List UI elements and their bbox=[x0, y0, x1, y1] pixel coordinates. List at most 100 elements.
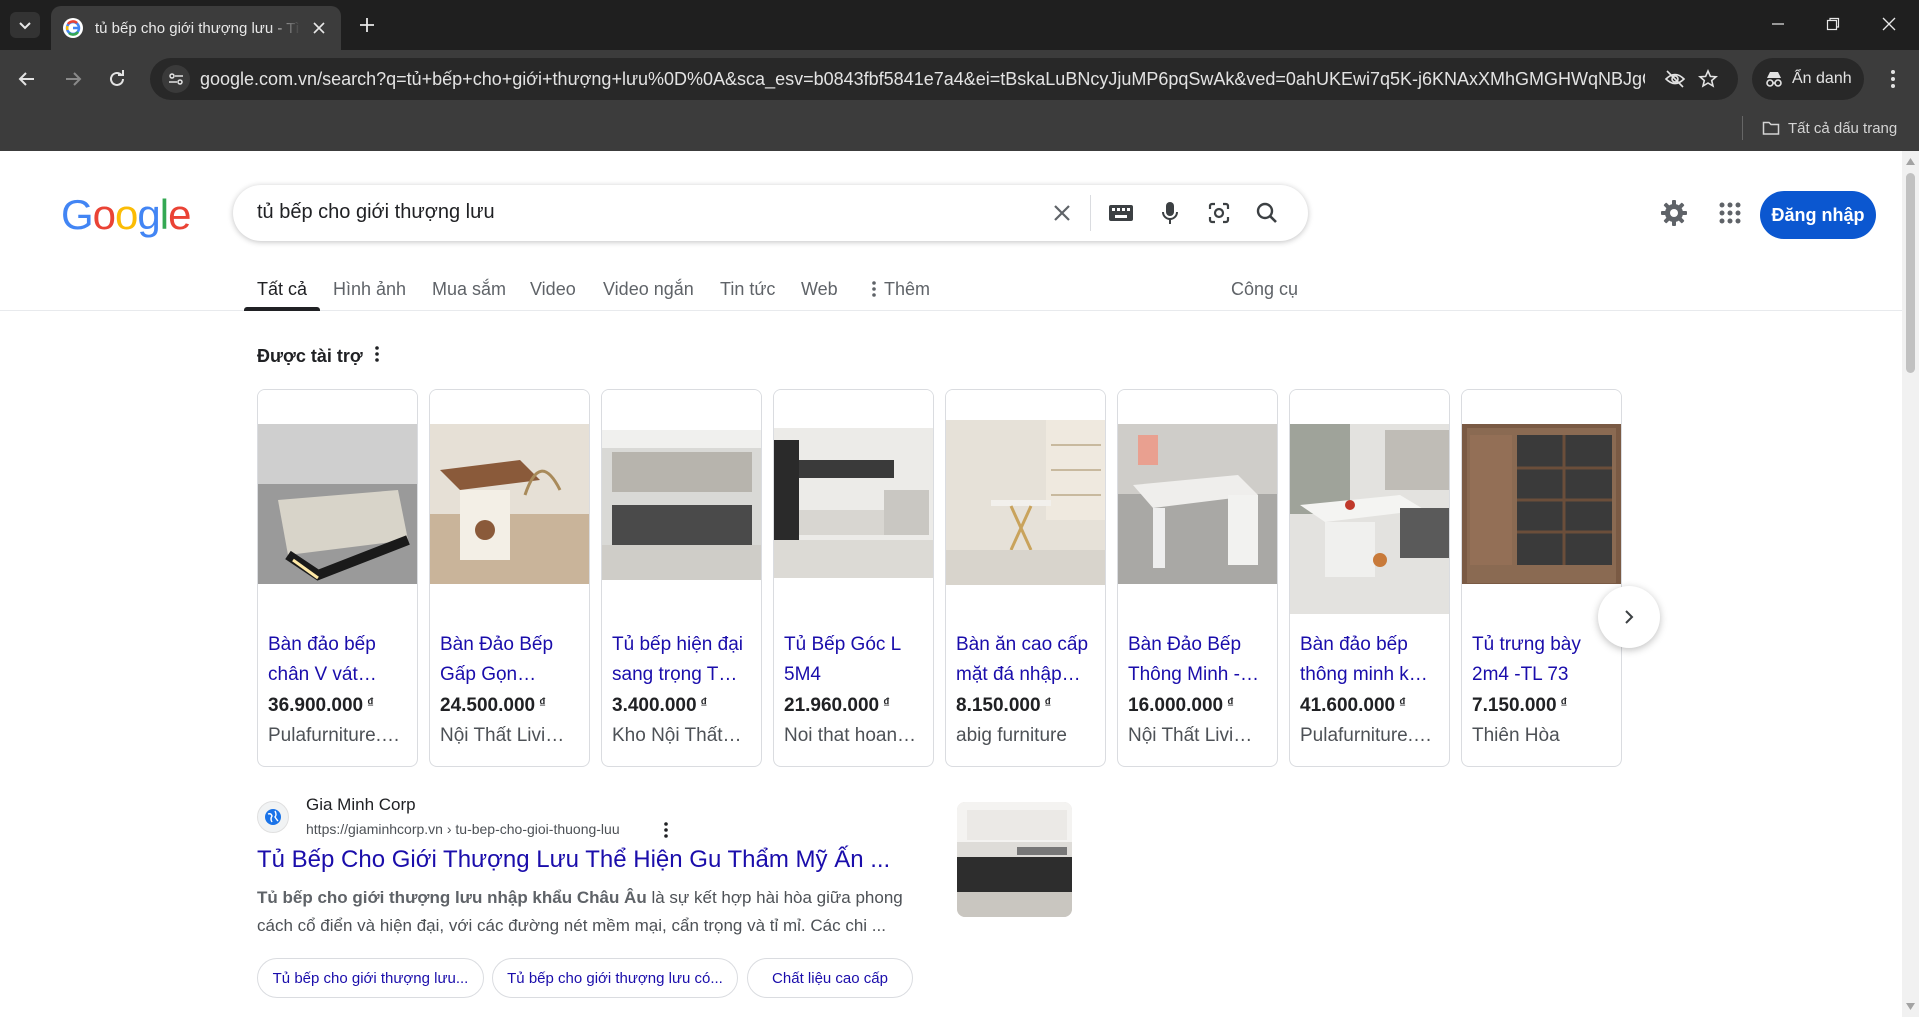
product-image[interactable] bbox=[774, 390, 933, 617]
back-button[interactable] bbox=[10, 62, 44, 96]
result-thumbnail[interactable] bbox=[957, 802, 1072, 917]
product-image[interactable] bbox=[430, 390, 589, 617]
result-snippet: Tủ bếp cho giới thượng lưu nhập khẩu Châ… bbox=[257, 888, 903, 935]
signin-button[interactable]: Đăng nhập bbox=[1760, 191, 1876, 239]
product-card[interactable]: Tủ Bếp Góc L 5M4 21.960.000 ₫ Noi that ho… bbox=[773, 389, 934, 767]
gear-icon[interactable] bbox=[1658, 197, 1690, 229]
browser-tab-active[interactable]: tủ bếp cho giới thượng lưu - Tìm trên Go… bbox=[51, 6, 341, 50]
incognito-icon bbox=[1766, 72, 1782, 87]
tab-short-video[interactable]: Video ngắn bbox=[603, 279, 694, 300]
forward-button[interactable] bbox=[56, 62, 90, 96]
close-window-button[interactable] bbox=[1866, 8, 1912, 40]
tab-web[interactable]: Web bbox=[801, 279, 838, 300]
product-image[interactable] bbox=[946, 390, 1105, 617]
search-tabs: Tất cả Hình ảnh Mua sắm Video Video ngắn… bbox=[0, 269, 1902, 311]
globe-icon bbox=[257, 801, 289, 833]
tab-video[interactable]: Video bbox=[530, 279, 576, 300]
minimize-button[interactable] bbox=[1755, 8, 1801, 40]
product-card[interactable]: Tủ bếp hiện đại sang trọng T… 3.400.000 ₫… bbox=[601, 389, 762, 767]
product-title[interactable]: Bàn Đảo Bếp Gấp Gọn… bbox=[440, 630, 584, 690]
incognito-indicator[interactable]: Ẩn danh bbox=[1752, 58, 1864, 100]
product-title[interactable]: Bàn ăn cao cấp mặt đá nhập… bbox=[956, 630, 1100, 690]
carousel-next-button[interactable] bbox=[1598, 586, 1660, 648]
product-image[interactable] bbox=[602, 390, 761, 617]
keyboard-icon[interactable] bbox=[1107, 199, 1135, 227]
incognito-label: Ẩn danh bbox=[1792, 70, 1852, 87]
tab-images[interactable]: Hình ảnh bbox=[333, 279, 406, 300]
chip[interactable]: Tủ bếp cho giới thượng lưu có... bbox=[492, 958, 738, 998]
google-logo[interactable]: Google bbox=[61, 191, 191, 239]
product-card[interactable]: Bàn Đảo Bếp Thông Minh -… 16.000.000 ₫ Nộ… bbox=[1117, 389, 1278, 767]
tab-all[interactable]: Tất cả bbox=[257, 279, 307, 300]
folder-icon bbox=[1762, 121, 1780, 135]
product-seller: Nội Thất Livi… bbox=[1128, 725, 1253, 746]
scroll-down-icon[interactable] bbox=[1906, 1002, 1915, 1011]
tools-button[interactable]: Công cụ bbox=[1231, 279, 1298, 300]
product-title[interactable]: Bàn đảo bếp thông minh k… bbox=[1300, 630, 1444, 690]
product-image[interactable] bbox=[1290, 390, 1449, 617]
clear-icon[interactable] bbox=[1048, 199, 1076, 227]
product-title[interactable]: Bàn đảo bếp chân V vát… bbox=[268, 630, 412, 690]
result-url[interactable]: https://giaminhcorp.vn › tu-bep-cho-gioi… bbox=[306, 821, 620, 837]
product-price: 24.500.000 ₫ bbox=[440, 695, 546, 716]
product-title[interactable]: Tủ bếp hiện đại sang trọng T… bbox=[612, 630, 756, 690]
kebab-icon bbox=[1891, 70, 1895, 88]
product-card[interactable]: Tủ trưng bày 2m4 -TL 73 7.150.000 ₫ Thiên… bbox=[1461, 389, 1622, 767]
product-price: 41.600.000 ₫ bbox=[1300, 695, 1406, 716]
eye-off-icon[interactable] bbox=[1662, 66, 1688, 92]
product-seller: Noi that hoan… bbox=[784, 725, 917, 746]
product-title[interactable]: Bàn Đảo Bếp Thông Minh -… bbox=[1128, 630, 1272, 690]
kebab-icon[interactable] bbox=[374, 346, 379, 367]
restore-button[interactable] bbox=[1810, 8, 1856, 40]
tab-news[interactable]: Tin tức bbox=[720, 279, 775, 300]
product-title[interactable]: Tủ Bếp Góc L 5M4 bbox=[784, 630, 928, 690]
search-box[interactable]: tủ bếp cho giới thượng lưu bbox=[233, 185, 1308, 241]
search-divider bbox=[1090, 195, 1091, 231]
apps-icon[interactable] bbox=[1714, 197, 1746, 229]
new-tab-button[interactable] bbox=[354, 12, 380, 38]
product-price: 8.150.000 ₫ bbox=[956, 695, 1052, 716]
product-image[interactable] bbox=[1118, 390, 1277, 617]
chevron-down-icon bbox=[19, 22, 31, 30]
site-info-icon[interactable] bbox=[162, 65, 190, 93]
page-scrollbar[interactable] bbox=[1902, 151, 1919, 1017]
product-card[interactable]: Bàn đảo bếp chân V vát… 36.900.000 ₫ Pula… bbox=[257, 389, 418, 767]
tab-shopping[interactable]: Mua sắm bbox=[432, 279, 506, 300]
star-icon[interactable] bbox=[1695, 66, 1721, 92]
result-site-name[interactable]: Gia Minh Corp bbox=[306, 795, 416, 815]
product-card[interactable]: Bàn đảo bếp thông minh k… 41.600.000 ₫ Pu… bbox=[1289, 389, 1450, 767]
close-icon[interactable] bbox=[309, 18, 329, 38]
search-icon[interactable] bbox=[1253, 199, 1281, 227]
result-title-link[interactable]: Tủ Bếp Cho Giới Thượng Lưu Thể Hiện Gu T… bbox=[257, 846, 890, 874]
tab-search-button[interactable] bbox=[10, 12, 40, 38]
product-image[interactable] bbox=[1462, 390, 1621, 617]
plus-icon bbox=[360, 18, 374, 32]
chip[interactable]: Tủ bếp cho giới thượng lưu... bbox=[257, 958, 484, 998]
product-seller: Nội Thất Livi… bbox=[440, 725, 565, 746]
active-tab-indicator bbox=[244, 307, 320, 311]
product-seller: Kho Nội Thất… bbox=[612, 725, 742, 746]
scroll-thumb[interactable] bbox=[1906, 173, 1915, 373]
tab-more[interactable]: Thêm bbox=[872, 279, 930, 300]
product-title[interactable]: Tủ trưng bày 2m4 -TL 73 bbox=[1472, 630, 1616, 690]
product-price: 21.960.000 ₫ bbox=[784, 695, 890, 716]
kebab-icon[interactable] bbox=[656, 820, 676, 840]
search-input[interactable]: tủ bếp cho giới thượng lưu bbox=[257, 201, 495, 224]
tab-more-label: Thêm bbox=[884, 279, 931, 299]
address-bar[interactable]: google.com.vn/search?q=tủ+bếp+cho+giới+t… bbox=[150, 58, 1738, 100]
product-price: 36.900.000 ₫ bbox=[268, 695, 374, 716]
product-price: 7.150.000 ₫ bbox=[1472, 695, 1568, 716]
all-bookmarks-button[interactable]: Tất cả dấu trang bbox=[1762, 114, 1897, 142]
product-card[interactable]: Bàn Đảo Bếp Gấp Gọn… 24.500.000 ₫ Nội Thấ… bbox=[429, 389, 590, 767]
browser-menu-button[interactable] bbox=[1880, 64, 1906, 94]
product-image[interactable] bbox=[258, 390, 417, 617]
bookmarks-bar: Tất cả dấu trang bbox=[0, 108, 1919, 151]
scroll-up-icon[interactable] bbox=[1906, 157, 1915, 166]
mic-icon[interactable] bbox=[1156, 199, 1184, 227]
chip[interactable]: Chất liệu cao cấp bbox=[747, 958, 913, 998]
product-card[interactable]: Bàn ăn cao cấp mặt đá nhập… 8.150.000 ₫ a… bbox=[945, 389, 1106, 767]
url-text[interactable]: google.com.vn/search?q=tủ+bếp+cho+giới+t… bbox=[200, 69, 1645, 90]
google-favicon bbox=[63, 18, 83, 38]
lens-icon[interactable] bbox=[1205, 199, 1233, 227]
reload-button[interactable] bbox=[100, 62, 134, 96]
